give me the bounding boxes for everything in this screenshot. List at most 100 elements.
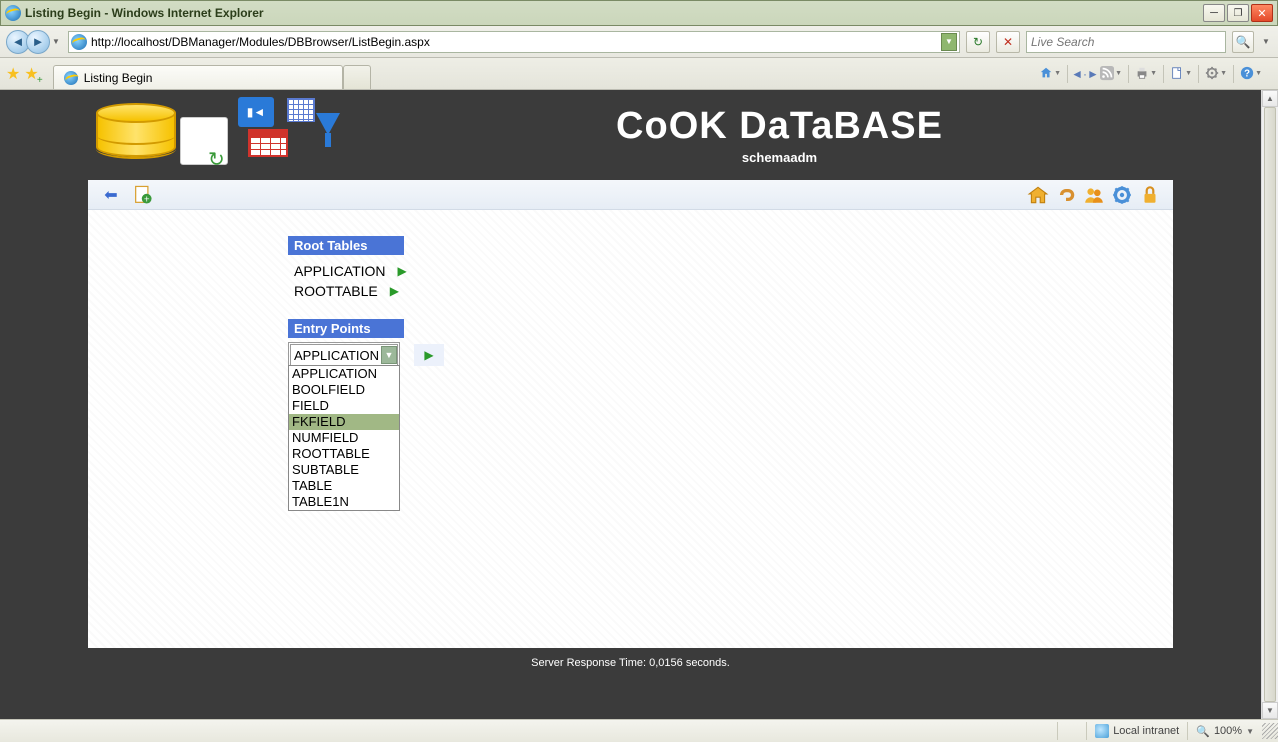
entry-points-go[interactable]: ▶ <box>414 344 444 366</box>
rss-button[interactable]: ▼ <box>1100 64 1122 84</box>
help-button[interactable]: ?▼ <box>1240 64 1262 84</box>
page-title: CoOK DaTaBASE <box>378 105 1181 148</box>
url-dropdown[interactable]: ▼ <box>941 33 957 51</box>
close-button[interactable]: ✕ <box>1251 4 1273 22</box>
new-tab-button[interactable] <box>343 65 371 89</box>
go-arrow-icon[interactable]: ▶ <box>398 264 407 278</box>
new-file-icon[interactable]: + <box>132 184 154 206</box>
arrow-icon: ↻ <box>208 147 225 172</box>
root-table-item[interactable]: APPLICATION ▶ <box>288 261 1173 281</box>
search-button[interactable]: 🔍 <box>1232 31 1254 53</box>
stop-button[interactable]: ✕ <box>996 31 1020 53</box>
dropdown-option[interactable]: BOOLFIELD <box>289 382 399 398</box>
dropdown-option[interactable]: SUBTABLE <box>289 462 399 478</box>
dev-tools-icon[interactable]: ◄·► <box>1074 64 1096 84</box>
scroll-up-button[interactable]: ▲ <box>1262 90 1278 107</box>
root-table-item[interactable]: ROOTTABLE ▶ <box>288 281 1173 301</box>
print-button[interactable]: ▼ <box>1135 64 1157 84</box>
zone-icon <box>1095 724 1109 738</box>
grid-icon <box>288 99 314 121</box>
dropdown-option[interactable]: ROOTTABLE <box>289 446 399 462</box>
database-icon <box>96 103 176 167</box>
dropdown-option[interactable]: TABLE1N <box>289 494 399 510</box>
settings-icon[interactable] <box>1111 184 1133 206</box>
panel-icon: ▮◄ <box>238 97 274 127</box>
footer-response-time: Server Response Time: 0,0156 seconds. <box>88 648 1173 677</box>
zoom-icon: 🔍 <box>1196 725 1210 738</box>
home-button[interactable]: ▼ <box>1039 64 1061 84</box>
search-input[interactable] <box>1031 35 1221 49</box>
users-icon[interactable] <box>1083 184 1105 206</box>
content-body: Root Tables APPLICATION ▶ ROOTTABLE ▶ Entry… <box>88 210 1173 368</box>
tab-page-icon <box>64 71 78 85</box>
svg-text:?: ? <box>1244 69 1250 80</box>
root-tables-header: Root Tables <box>288 236 404 255</box>
main-panel: ⬅ + <box>88 180 1173 648</box>
add-favorites-icon[interactable]: ★+ <box>24 64 38 84</box>
refresh-button[interactable]: ↻ <box>966 31 990 53</box>
table-icon <box>248 129 288 157</box>
link-icon[interactable] <box>1055 184 1077 206</box>
zone-label: Local intranet <box>1113 725 1179 737</box>
dropdown-option[interactable]: NUMFIELD <box>289 430 399 446</box>
resize-grip[interactable] <box>1262 723 1278 739</box>
back-arrow-icon[interactable]: ⬅ <box>100 184 122 206</box>
dropdown-option[interactable]: TABLE <box>289 478 399 494</box>
tab-bar: ★ ★+ Listing Begin ▼ ◄·► ▼ ▼ ▼ ▼ ?▼ <box>0 58 1278 90</box>
minimize-button[interactable]: ─ <box>1203 4 1225 22</box>
entry-points-select[interactable]: APPLICATION ▼ <box>290 344 398 366</box>
tools-button[interactable]: ▼ <box>1205 64 1227 84</box>
separator <box>1233 65 1234 83</box>
logo-cluster: ↻ ▮◄ <box>88 95 378 175</box>
dropdown-option[interactable]: FKFIELD <box>289 414 399 430</box>
maximize-button[interactable]: ❐ <box>1227 4 1249 22</box>
svg-text:+: + <box>144 194 150 205</box>
favorites-icon[interactable]: ★ <box>6 64 20 84</box>
tab-active[interactable]: Listing Begin <box>53 65 343 89</box>
entry-points-header: Entry Points <box>288 319 404 338</box>
browser-navbar: ◄ ► ▼ ▼ ↻ ✕ 🔍 ▼ <box>0 26 1278 58</box>
root-table-label: APPLICATION <box>294 263 386 279</box>
go-arrow-icon[interactable]: ▶ <box>390 284 399 298</box>
tab-title: Listing Begin <box>84 71 153 85</box>
zoom-dropdown-icon[interactable]: ▼ <box>1246 727 1254 736</box>
window-titlebar: Listing Begin - Windows Internet Explore… <box>0 0 1278 26</box>
scroll-thumb[interactable] <box>1264 107 1276 702</box>
lock-icon[interactable] <box>1139 184 1161 206</box>
zoom-value: 100% <box>1214 725 1242 737</box>
vertical-scrollbar[interactable]: ▲ ▼ <box>1261 90 1278 719</box>
status-bar: Local intranet 🔍 100% ▼ <box>0 719 1278 742</box>
page-banner: ↻ ▮◄ CoOK DaTaBASE schemaadm <box>0 90 1261 180</box>
dropdown-option[interactable]: FIELD <box>289 398 399 414</box>
nav-history-dropdown[interactable]: ▼ <box>50 30 62 54</box>
page-body: ↻ ▮◄ CoOK DaTaBASE schemaadm ⬅ + <box>0 90 1261 719</box>
address-bar[interactable]: ▼ <box>68 31 960 53</box>
page-icon <box>71 34 87 50</box>
security-zone[interactable]: Local intranet <box>1087 720 1187 742</box>
entry-points-selected: APPLICATION <box>294 348 379 363</box>
separator <box>1198 65 1199 83</box>
page-subtitle: schemaadm <box>378 150 1181 165</box>
zoom-control[interactable]: 🔍 100% ▼ <box>1188 720 1262 742</box>
entry-points-dropdown[interactable]: APPLICATIONBOOLFIELDFIELDFKFIELDNUMFIELD… <box>288 365 400 511</box>
forward-button[interactable]: ► <box>26 30 50 54</box>
page-menu-button[interactable]: ▼ <box>1170 64 1192 84</box>
go-arrow-icon: ▶ <box>424 348 433 362</box>
select-dropdown-icon[interactable]: ▼ <box>381 346 397 364</box>
search-box[interactable] <box>1026 31 1226 53</box>
root-tables-list: APPLICATION ▶ ROOTTABLE ▶ <box>288 261 1173 301</box>
search-dropdown[interactable]: ▼ <box>1260 30 1272 54</box>
entry-points-row: APPLICATION ▼ ▶ APPLICATIONBOOLFIELDFIEL… <box>288 342 1173 368</box>
home-icon[interactable] <box>1027 184 1049 206</box>
root-table-label: ROOTTABLE <box>294 283 378 299</box>
separator <box>1128 65 1129 83</box>
ie-icon <box>5 5 21 21</box>
scroll-down-button[interactable]: ▼ <box>1262 702 1278 719</box>
panel-toolbar: ⬅ + <box>88 180 1173 210</box>
separator <box>1067 65 1068 83</box>
window-title: Listing Begin - Windows Internet Explore… <box>25 6 264 20</box>
dropdown-option[interactable]: APPLICATION <box>289 366 399 382</box>
url-input[interactable] <box>91 35 937 49</box>
funnel-icon <box>316 113 340 135</box>
separator <box>1163 65 1164 83</box>
